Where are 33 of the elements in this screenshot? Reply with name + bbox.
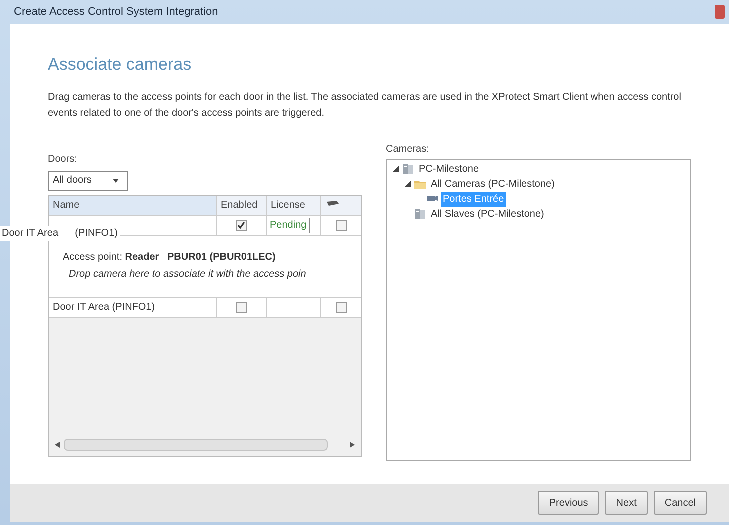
wizard-button[interactable]: Previous bbox=[538, 491, 600, 515]
access-point-text: Access point: Reader PBUR01 (PBUR01LEC) bbox=[63, 250, 277, 264]
server-icon bbox=[414, 208, 426, 220]
collapse-icon[interactable] bbox=[393, 166, 399, 172]
table-cell: Door IT Area (PINFO1) bbox=[49, 298, 217, 316]
column-header[interactable]: Enabled bbox=[217, 196, 267, 214]
checkbox[interactable] bbox=[336, 302, 346, 312]
tree-item[interactable]: PC-Milestone bbox=[417, 162, 482, 176]
checkbox[interactable] bbox=[236, 220, 247, 230]
scroll-left-icon[interactable] bbox=[55, 442, 60, 448]
license-status: Pending bbox=[270, 218, 310, 232]
tree-item[interactable]: All Cameras (PC-Milestone) bbox=[429, 176, 557, 192]
cameras-label: Cameras: bbox=[386, 142, 430, 156]
server-icon bbox=[402, 163, 414, 175]
wizard-button[interactable]: Next bbox=[605, 491, 648, 515]
page-heading: Associate cameras bbox=[48, 54, 193, 76]
doors-filter-dropdown[interactable]: All doors bbox=[48, 170, 128, 190]
description-text: Drag cameras to the access points for each door in the list. The associated cameras are used in the XProtect Smart Client when access control events related to one of the door's access points are triggered. bbox=[48, 90, 682, 120]
caret-icon bbox=[113, 178, 119, 182]
doors-label: Doors: bbox=[48, 152, 78, 166]
window-title: Create Access Control System Integration bbox=[14, 4, 218, 20]
tree-item[interactable]: All Slaves (PC-Milestone) bbox=[429, 206, 546, 222]
column-header[interactable]: License bbox=[267, 196, 321, 214]
horizontal-scrollbar[interactable] bbox=[64, 438, 328, 450]
checkbox[interactable] bbox=[336, 220, 346, 230]
scroll-right-icon[interactable] bbox=[350, 442, 355, 448]
folder-icon bbox=[414, 178, 426, 190]
wizard-button[interactable]: Cancel bbox=[654, 491, 707, 515]
drag-label: Door IT Area (PINFO1) bbox=[0, 226, 120, 241]
collapse-icon[interactable] bbox=[405, 181, 411, 187]
column-header[interactable]: Name bbox=[49, 196, 217, 214]
checkbox[interactable] bbox=[236, 302, 247, 312]
drop-hint: Drop camera here to associate it with the access poin bbox=[68, 268, 308, 282]
